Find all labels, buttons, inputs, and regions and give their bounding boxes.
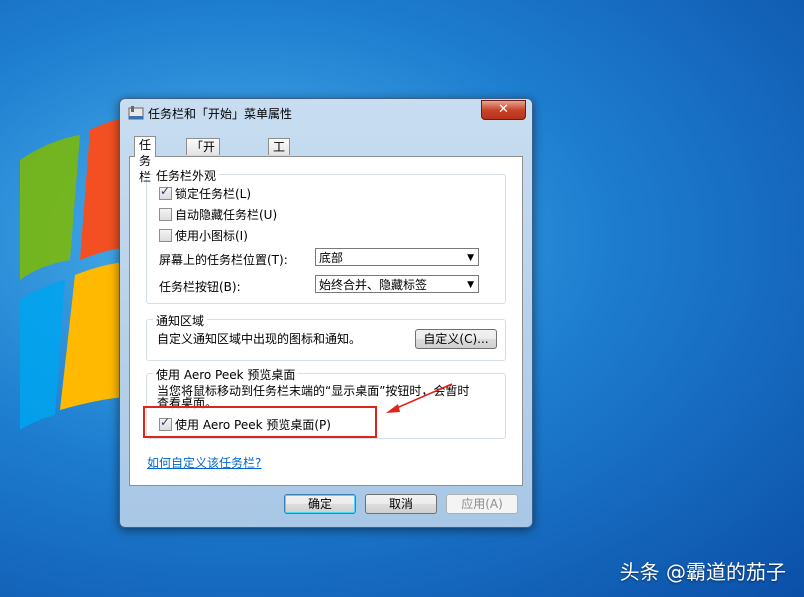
small-icons-label: 使用小图标(I) (175, 229, 248, 243)
tab-start-menu[interactable]: 「开始」菜单 (186, 138, 221, 186)
position-dropdown[interactable]: 底部 ▼ (315, 248, 479, 266)
autohide-label: 自动隐藏任务栏(U) (175, 208, 278, 222)
small-icons-checkbox[interactable] (159, 229, 172, 242)
notify-description: 自定义通知区域中出现的图标和通知。 (157, 332, 362, 346)
taskbar-properties-icon (128, 106, 144, 120)
annotation-arrow-icon (386, 383, 453, 413)
annotation-highlight-box (143, 406, 377, 438)
dropdown-arrow-icon: ▼ (467, 253, 474, 263)
appearance-group-title: 任务栏外观 (153, 167, 220, 184)
ok-button[interactable]: 确定 (284, 494, 356, 514)
lock-taskbar-label: 锁定任务栏(L) (175, 187, 252, 201)
window-title: 任务栏和「开始」菜单属性 (148, 107, 293, 121)
position-value: 底部 (319, 251, 344, 265)
notify-group: 通知区域 自定义通知区域中出现的图标和通知。 自定义(C)... (146, 312, 506, 361)
cancel-button[interactable]: 取消 (365, 494, 437, 514)
autohide-option[interactable]: 自动隐藏任务栏(U) (159, 206, 277, 223)
close-button[interactable]: ✕ (481, 100, 526, 120)
apply-button[interactable]: 应用(A) (446, 494, 518, 514)
watermark: 头条 @霸道的茄子 (619, 560, 786, 584)
help-link[interactable]: 如何自定义该任务栏? (147, 454, 261, 471)
appearance-group: 任务栏外观 锁定任务栏(L) 自动隐藏任务栏(U) 使用小图标(I) 屏幕上的任… (146, 167, 506, 304)
buttons-value: 始终合并、隐藏标签 (319, 278, 428, 292)
customize-button[interactable]: 自定义(C)... (415, 329, 497, 349)
aero-peek-group-title: 使用 Aero Peek 预览桌面 (153, 366, 299, 383)
close-icon: ✕ (498, 102, 509, 117)
taskbar-properties-dialog: 任务栏和「开始」菜单属性 ✕ 任务栏 「开始」菜单 工具栏 任务栏外观 锁定任务… (119, 98, 533, 528)
dropdown-arrow-icon: ▼ (467, 280, 474, 290)
autohide-checkbox[interactable] (159, 208, 172, 221)
lock-taskbar-checkbox[interactable] (159, 184, 172, 200)
buttons-label: 任务栏按钮(B): (159, 280, 241, 294)
small-icons-option[interactable]: 使用小图标(I) (159, 227, 248, 244)
position-label: 屏幕上的任务栏位置(T): (159, 253, 288, 267)
notify-group-title: 通知区域 (153, 312, 208, 329)
tab-toolbars[interactable]: 工具栏 (268, 138, 291, 186)
lock-taskbar-option[interactable]: 锁定任务栏(L) (159, 184, 252, 202)
title-bar[interactable]: 任务栏和「开始」菜单属性 ✕ (120, 99, 532, 127)
tab-taskbar[interactable]: 任务栏 (134, 136, 157, 184)
buttons-dropdown[interactable]: 始终合并、隐藏标签 ▼ (315, 275, 479, 293)
